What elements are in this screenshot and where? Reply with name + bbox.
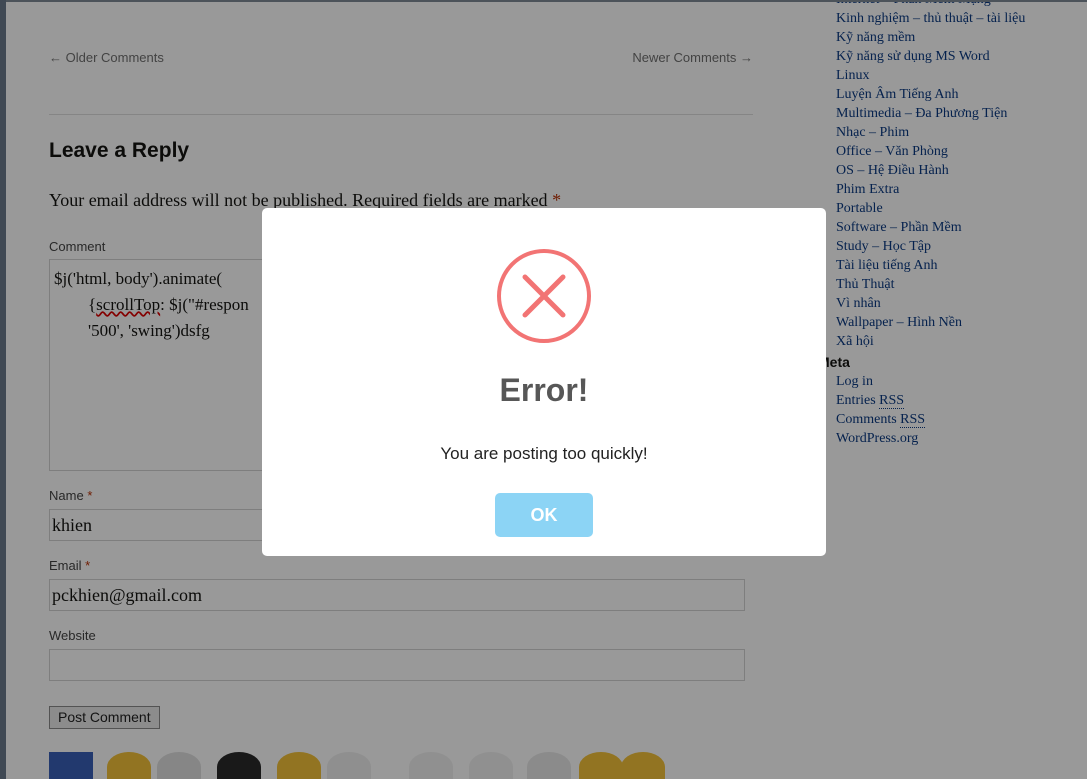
error-dialog: Error! You are posting too quickly! OK [262, 208, 826, 556]
ok-button[interactable]: OK [495, 493, 593, 537]
modal-overlay[interactable]: Error! You are posting too quickly! OK [0, 0, 1087, 779]
dialog-title: Error! [499, 372, 589, 408]
dialog-message: You are posting too quickly! [440, 444, 648, 463]
error-x-icon [497, 249, 591, 343]
